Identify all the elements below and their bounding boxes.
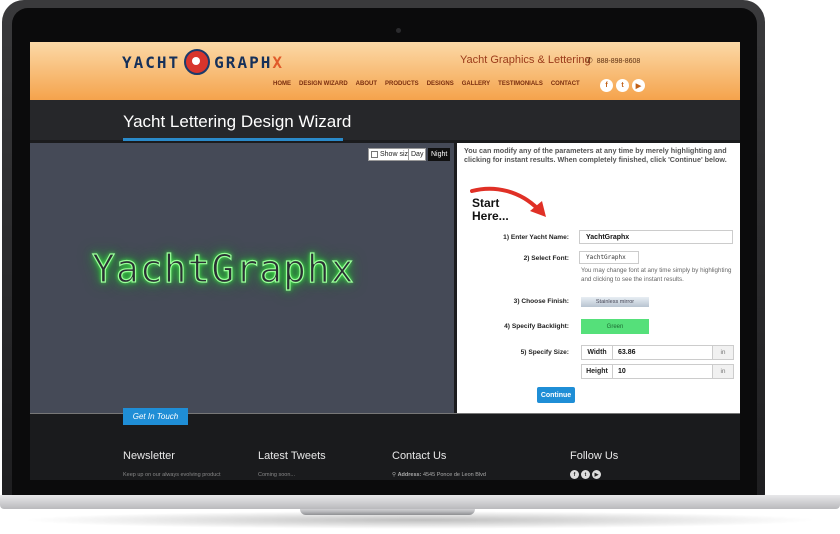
newsletter-text: Keep up on our always evolving product [123,472,221,478]
nav-designs[interactable]: DESIGNS [427,81,454,87]
logo-text-left: YACHT [122,52,181,72]
twitter-icon[interactable]: t [581,470,590,479]
glowing-lettering-preview: YachtGraphx [91,246,355,291]
phone-number[interactable]: ✆ 888-898-8608 [586,56,640,65]
twitter-icon[interactable]: t [616,79,629,92]
day-button[interactable]: Day [408,148,427,161]
width-unit: in [712,346,733,359]
tweets-text: Coming soon... [258,472,295,478]
width-input[interactable]: 63.86 [613,346,712,359]
font-hint: You may change font at any time simply b… [581,267,732,283]
newsletter-heading: Newsletter [123,450,175,462]
camera-icon [396,28,401,33]
nav-home[interactable]: HOME [273,81,291,87]
laptop-base [0,495,840,534]
contact-heading: Contact Us [392,450,447,462]
finish-selector[interactable]: Stainless mirror [581,297,649,307]
header-social: f t ▶ [600,79,645,92]
facebook-icon[interactable]: f [570,470,579,479]
phone-text: 888-898-8608 [596,58,641,65]
tweets-heading: Latest Tweets [258,450,326,462]
continue-button[interactable]: Continue [537,387,575,403]
nav-contact[interactable]: CONTACT [551,81,580,87]
logo-text-x: X [272,52,284,72]
nav-about[interactable]: ABOUT [356,81,377,87]
nav-design-wizard[interactable]: DESIGN WIZARD [299,81,348,87]
footer-social: f t ▶ [570,470,601,479]
height-input[interactable]: 10 [613,365,712,378]
step4-label: 4) Specify Backlight: [504,323,569,330]
height-field: Height 10 in [581,364,734,379]
wizard-intro: You can modify any of the parameters at … [464,146,727,164]
address-value: 4545 Ponce de Leon Blvd [422,472,486,478]
site-logo[interactable]: YACHT GRAPH X [122,49,284,75]
nav-products[interactable]: PRODUCTS [385,81,419,87]
checkbox-icon [371,150,378,158]
base-shadow [20,511,820,529]
height-unit: in [712,365,733,378]
location-pin-icon: ⚲ [392,472,397,478]
main-nav: HOME DESIGN WIZARD ABOUT PRODUCTS DESIGN… [273,81,580,87]
start-line-2: Here... [472,209,509,223]
step3-label: 3) Choose Finish: [513,298,569,305]
backlight-selector[interactable]: Green [581,319,649,334]
life-ring-icon [184,49,211,75]
width-field: Width 63.86 in [581,345,734,360]
height-label: Height [582,365,613,378]
font-select[interactable]: YachtGraphx [579,251,639,264]
browser-viewport: YACHT GRAPH X Yacht Graphics & Lettering … [30,42,740,480]
facebook-icon[interactable]: f [600,79,613,92]
nav-gallery[interactable]: GALLERY [462,81,490,87]
contact-address: ⚲ Address: 4545 Ponce de Leon Blvd [392,472,486,478]
night-button[interactable]: Night [428,148,451,161]
site-tagline: Yacht Graphics & Lettering [460,54,591,66]
width-label: Width [582,346,613,359]
step5-label: 5) Specify Size: [520,349,569,356]
base-top [0,495,840,509]
get-in-touch-tab[interactable]: Get In Touch [123,408,188,425]
youtube-icon[interactable]: ▶ [592,470,601,479]
logo-text-right: GRAPH [214,52,273,72]
page-title: Yacht Lettering Design Wizard [123,112,352,131]
step2-label: 2) Select Font: [523,255,569,262]
address-label: Address: [397,472,422,478]
phone-icon: ✆ [586,56,593,65]
title-underline [123,138,343,141]
step1-label: 1) Enter Yacht Name: [503,234,569,241]
nav-testimonials[interactable]: TESTIMONIALS [498,81,543,87]
yacht-name-input[interactable]: YachtGraphx [579,230,733,244]
youtube-icon[interactable]: ▶ [632,79,645,92]
follow-heading: Follow Us [570,450,619,462]
start-here-callout: Start Here... [472,197,532,223]
